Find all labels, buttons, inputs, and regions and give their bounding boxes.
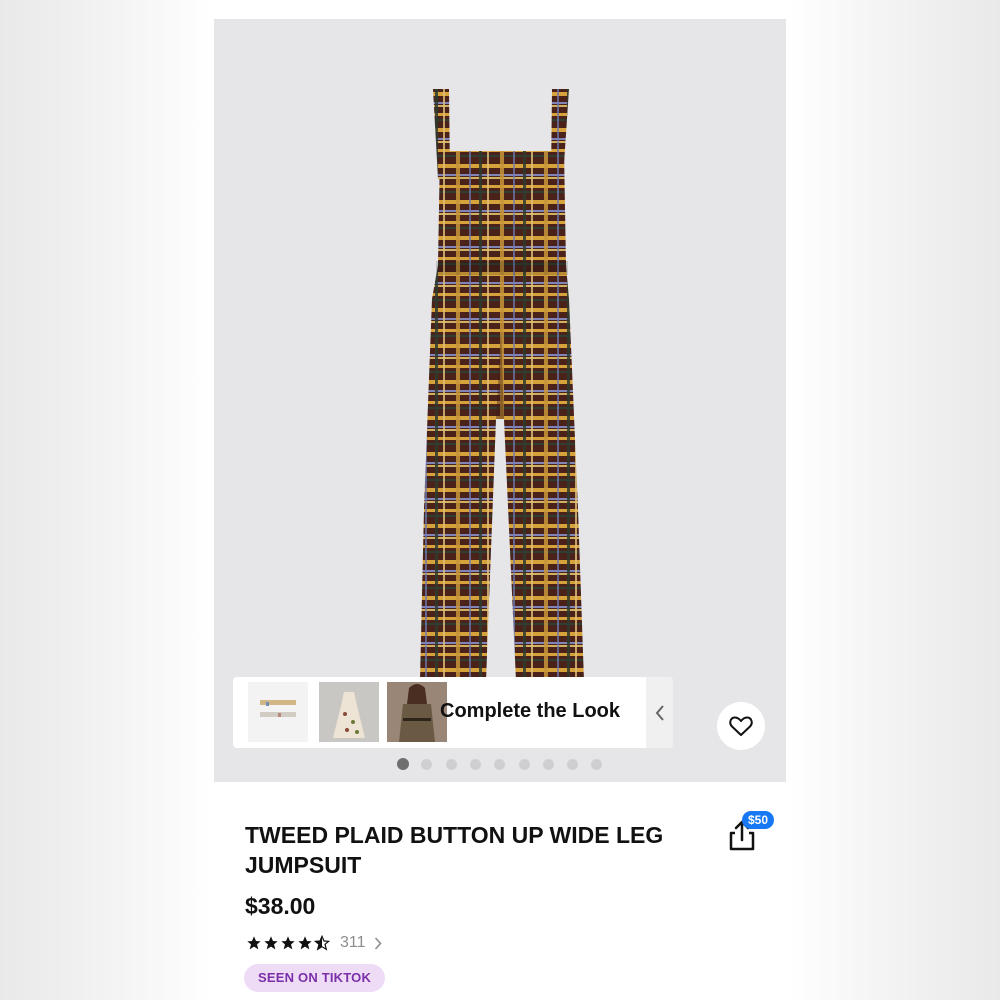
product-page: Complete the Look TWEED PLAID BUTTON UP … bbox=[214, 0, 786, 1000]
model-outfit-thumbnail[interactable] bbox=[387, 682, 447, 742]
wishlist-button[interactable] bbox=[717, 702, 765, 750]
pagination-dot[interactable] bbox=[469, 759, 481, 770]
product-price: $38.00 bbox=[245, 893, 316, 919]
rating-stars bbox=[246, 935, 330, 951]
review-count: 311 bbox=[340, 934, 366, 951]
pagination-dot[interactable] bbox=[591, 759, 603, 770]
complete-the-look-label: Complete the Look bbox=[440, 700, 621, 722]
star-half-icon bbox=[314, 935, 330, 951]
pagination-dot[interactable] bbox=[542, 759, 554, 770]
chevron-left-icon bbox=[655, 704, 664, 721]
floral-dress-thumbnail[interactable] bbox=[319, 682, 379, 742]
rating-summary[interactable]: 311 bbox=[246, 933, 382, 953]
product-title: TWEED PLAID BUTTON UP WIDE LEG JUMPSUIT bbox=[245, 822, 664, 878]
heart-icon bbox=[729, 716, 753, 736]
complete-the-look-bar[interactable]: Complete the Look bbox=[233, 677, 673, 748]
earrings-thumbnail[interactable] bbox=[248, 682, 308, 742]
complete-the-look-collapse-button[interactable] bbox=[646, 677, 673, 748]
product-gallery[interactable]: Complete the Look bbox=[214, 19, 786, 782]
pagination-dot[interactable] bbox=[445, 759, 457, 770]
star-full-icon bbox=[264, 936, 278, 950]
pagination-dot-active[interactable] bbox=[397, 758, 409, 770]
star-full-icon bbox=[247, 936, 261, 950]
earrings-icon bbox=[260, 700, 296, 717]
gallery-pagination bbox=[214, 758, 786, 772]
pagination-dot[interactable] bbox=[567, 759, 579, 770]
pagination-dot[interactable] bbox=[494, 759, 506, 770]
star-full-icon bbox=[298, 936, 312, 950]
seen-on-tiktok-tag: SEEN ON TIKTOK bbox=[244, 964, 386, 992]
share-reward-badge: $50 bbox=[742, 811, 775, 829]
star-full-icon bbox=[281, 936, 295, 950]
product-image bbox=[420, 89, 584, 681]
pagination-dot[interactable] bbox=[518, 759, 530, 770]
dress-icon bbox=[333, 692, 365, 738]
model-icon bbox=[399, 684, 435, 742]
chevron-right-icon bbox=[374, 936, 382, 950]
pagination-dot[interactable] bbox=[421, 759, 433, 770]
